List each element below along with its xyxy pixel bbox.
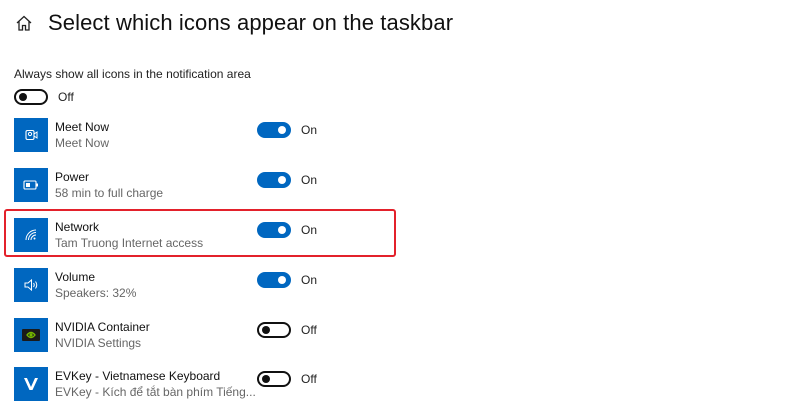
always-show-state: Off: [58, 90, 74, 104]
always-show-label: Always show all icons in the notificatio…: [14, 67, 251, 81]
app-name: Power: [55, 170, 90, 184]
toggle-group: On: [257, 272, 317, 288]
list-item-nvidia: NVIDIA Container NVIDIA Settings Off: [14, 318, 400, 354]
toggle-group: Off: [257, 371, 317, 387]
evkey-icon: [14, 367, 48, 401]
toggle-state: On: [301, 273, 318, 287]
always-show-toggle[interactable]: [14, 89, 48, 105]
toggle-state: On: [301, 173, 318, 187]
app-subtitle: Meet Now: [55, 136, 110, 150]
app-name: EVKey - Vietnamese Keyboard: [55, 369, 221, 383]
speaker-icon: [14, 268, 48, 302]
toggle-group: Off: [257, 322, 317, 338]
page-header: Select which icons appear on the taskbar: [14, 6, 453, 40]
app-subtitle: NVIDIA Settings: [55, 336, 142, 350]
app-name: Meet Now: [55, 120, 110, 134]
app-subtitle: EVKey - Kích để tắt bàn phím Tiếng...: [55, 385, 256, 399]
list-item-meet-now: Meet Now Meet Now On: [14, 118, 400, 154]
list-item-power: Power 58 min to full charge On: [14, 168, 400, 204]
toggle-group: On: [257, 122, 317, 138]
meet-now-icon: [14, 118, 48, 152]
page-title: Select which icons appear on the taskbar: [48, 10, 454, 35]
always-show-toggle-group: Off: [14, 89, 74, 105]
nvidia-toggle[interactable]: [257, 322, 291, 338]
toggle-state: Off: [301, 323, 317, 337]
battery-icon: [14, 168, 48, 202]
toggle-state: Off: [301, 372, 317, 386]
app-name: Volume: [55, 270, 96, 284]
toggle-group: On: [257, 172, 317, 188]
app-subtitle: Speakers: 32%: [55, 286, 137, 300]
toggle-state: On: [301, 123, 318, 137]
app-name: NVIDIA Container: [55, 320, 150, 334]
list-item-evkey: EVKey - Vietnamese Keyboard EVKey - Kích…: [14, 367, 400, 403]
network-highlight-box: [4, 209, 396, 257]
power-toggle[interactable]: [257, 172, 291, 188]
app-subtitle: 58 min to full charge: [55, 186, 164, 200]
list-item-volume: Volume Speakers: 32% On: [14, 268, 400, 304]
nvidia-icon: [14, 318, 48, 352]
volume-toggle[interactable]: [257, 272, 291, 288]
home-icon[interactable]: [14, 13, 34, 33]
evkey-toggle[interactable]: [257, 371, 291, 387]
meet-now-toggle[interactable]: [257, 122, 291, 138]
